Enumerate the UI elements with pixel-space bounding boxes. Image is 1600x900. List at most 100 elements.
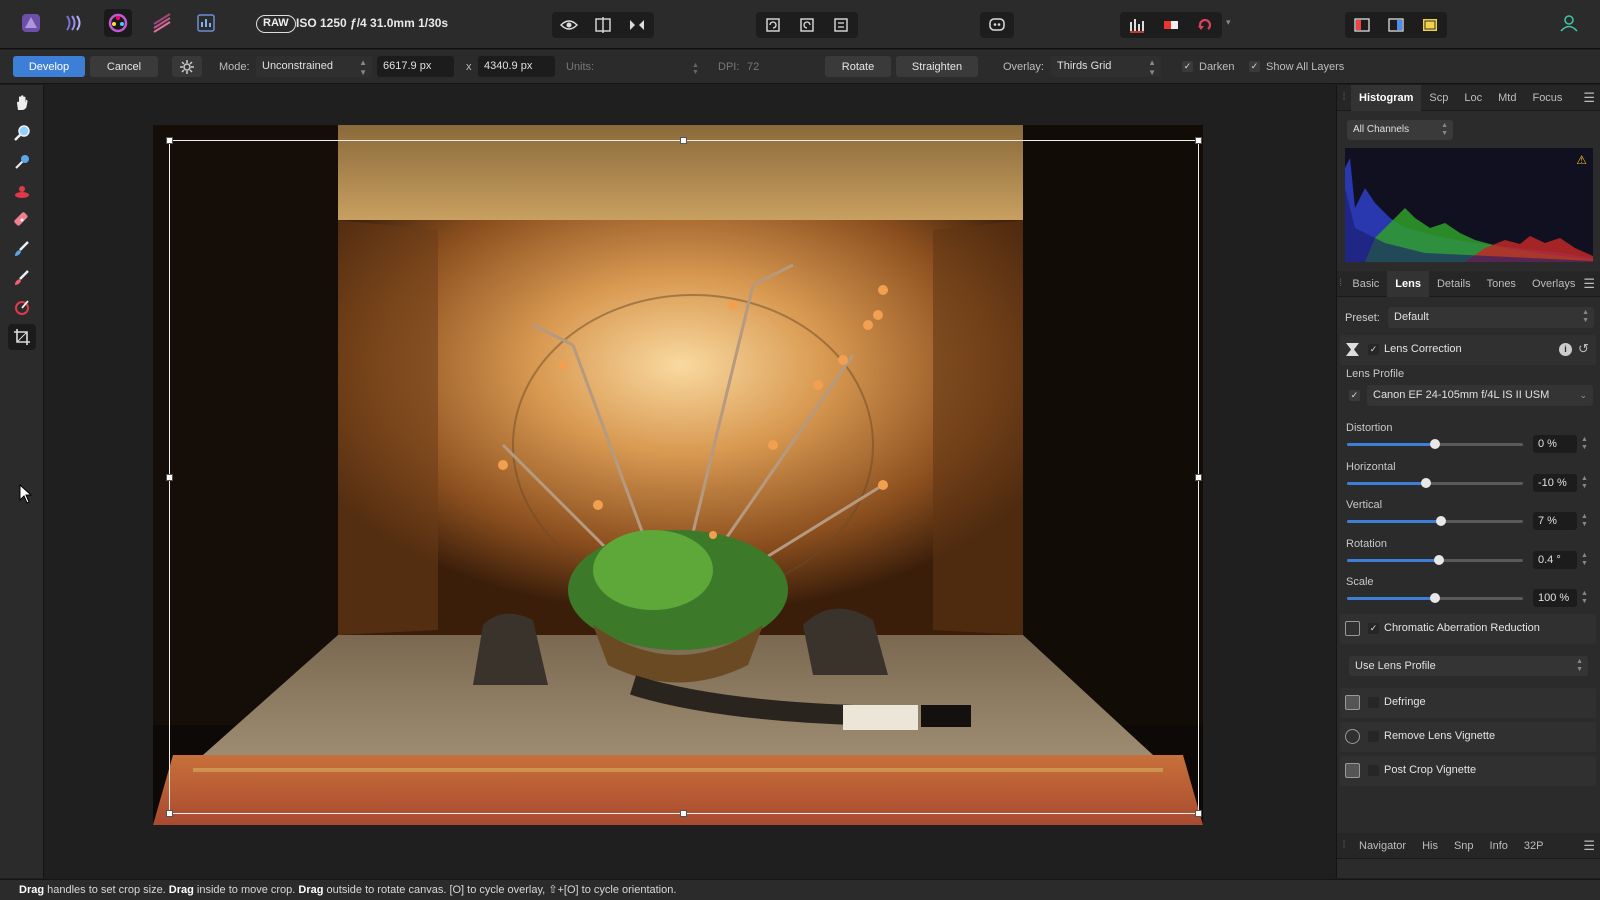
channel-select[interactable]: All Channels ▲ ▼ <box>1347 120 1453 140</box>
crop-handle-right[interactable] <box>1195 474 1202 481</box>
slider-value-rotation[interactable]: 0.4 ° <box>1533 550 1577 569</box>
straighten-button[interactable]: Straighten <box>896 56 978 77</box>
slider-value-vertical[interactable]: 7 % <box>1533 512 1577 531</box>
tab-histogram[interactable]: Histogram <box>1351 84 1422 111</box>
slider-knob[interactable] <box>1421 477 1432 488</box>
slider-rotation[interactable] <box>1347 554 1523 565</box>
rotate-button[interactable]: Rotate <box>825 56 891 77</box>
tab-details[interactable]: Details <box>1429 271 1479 297</box>
crop-frame[interactable] <box>166 137 1202 817</box>
tab-32p[interactable]: 32P <box>1516 833 1552 859</box>
chevron-down-icon[interactable]: ▾ <box>1226 17 1231 28</box>
crop-handle-top[interactable] <box>680 137 687 144</box>
canvas-area[interactable] <box>45 85 1335 878</box>
tab-metadata[interactable]: Mtd <box>1490 85 1524 111</box>
erase-tool-icon[interactable] <box>8 265 36 291</box>
slider-distortion[interactable] <box>1347 439 1523 449</box>
left-studio-icon[interactable] <box>1345 12 1379 38</box>
develop-persona-icon[interactable] <box>104 9 132 37</box>
lens-profile-checkbox[interactable]: ✓ <box>1349 390 1360 401</box>
post-crop-vignette-checkbox[interactable] <box>1368 765 1379 776</box>
red-eye-tool-icon[interactable] <box>8 178 36 204</box>
slider-vertical[interactable] <box>1347 516 1523 527</box>
undo-icon[interactable] <box>1188 12 1222 38</box>
crop-width-field[interactable]: 6617.9 px <box>377 56 454 77</box>
remove-vignette-checkbox[interactable] <box>1368 731 1379 742</box>
toolbar-toggle-icon[interactable] <box>1413 12 1447 38</box>
slider-knob[interactable] <box>1436 516 1447 527</box>
slider-knob[interactable] <box>1430 439 1440 449</box>
brush-tool-icon[interactable] <box>8 236 36 262</box>
assistant-icon[interactable] <box>980 12 1014 38</box>
export-persona-icon[interactable] <box>192 9 220 37</box>
panel-menu-icon[interactable]: ☰ <box>1583 838 1595 854</box>
chromatic-aberration-checkbox[interactable]: ✓ <box>1368 623 1379 634</box>
gear-icon[interactable] <box>172 56 202 77</box>
chromatic-mode-select[interactable]: Use Lens Profile ▲ ▼ <box>1349 656 1588 676</box>
mirror-view-icon[interactable] <box>620 12 654 38</box>
mode-select[interactable]: Unconstrained ▲ ▼ <box>256 56 372 77</box>
blemish-tool-icon[interactable] <box>8 207 36 233</box>
eye-icon[interactable] <box>552 12 586 38</box>
tab-basic[interactable]: Basic <box>1344 271 1387 297</box>
flip-icon[interactable] <box>824 12 858 38</box>
preset-select[interactable]: Default ▲ ▼ <box>1388 307 1594 328</box>
clipped-highlights-icon[interactable] <box>1154 12 1188 38</box>
grip-icon[interactable]: ⁞ <box>1337 278 1344 289</box>
stepper-icon[interactable]: ▲ ▼ <box>1581 552 1588 568</box>
clipped-shadows-icon[interactable] <box>1120 12 1154 38</box>
gradient-tool-icon[interactable] <box>8 294 36 320</box>
grip-icon[interactable]: ⁞ <box>1337 840 1351 851</box>
tab-lens[interactable]: Lens <box>1387 270 1429 297</box>
develop-button[interactable]: Develop <box>13 56 85 77</box>
rotate-right-icon[interactable] <box>790 12 824 38</box>
info-icon[interactable]: i <box>1559 343 1572 356</box>
tab-navigator[interactable]: Navigator <box>1351 833 1414 859</box>
grip-icon[interactable]: ⁞ <box>1337 92 1351 103</box>
crop-handle-left[interactable] <box>166 474 173 481</box>
clipping-warning-icon[interactable]: ⚠ <box>1576 153 1587 167</box>
darken-checkbox[interactable]: ✓ <box>1182 61 1193 72</box>
panel-menu-icon[interactable]: ☰ <box>1583 90 1595 106</box>
defringe-checkbox[interactable] <box>1368 697 1379 708</box>
slider-scale[interactable] <box>1347 593 1523 604</box>
crop-handle-bottom-left[interactable] <box>166 810 173 817</box>
slider-knob[interactable] <box>1430 593 1440 604</box>
slider-value-distortion[interactable]: 0 % <box>1533 435 1577 453</box>
photo-persona-icon[interactable] <box>17 9 45 37</box>
show-all-layers-checkbox[interactable]: ✓ <box>1249 61 1260 72</box>
slider-knob[interactable] <box>1433 554 1444 565</box>
crop-height-field[interactable]: 4340.9 px <box>478 56 555 77</box>
account-icon[interactable] <box>1555 9 1583 37</box>
white-balance-tool-icon[interactable] <box>8 149 36 175</box>
rotate-left-icon[interactable] <box>756 12 790 38</box>
tab-overlays[interactable]: Overlays <box>1524 271 1583 297</box>
right-studio-icon[interactable] <box>1379 12 1413 38</box>
stepper-icon[interactable]: ▲ ▼ <box>1581 436 1588 452</box>
slider-horizontal[interactable] <box>1347 477 1523 488</box>
hand-tool-icon[interactable] <box>8 90 36 116</box>
lens-profile-select[interactable]: Canon EF 24-105mm f/4L IS II USM ⌄ <box>1367 385 1593 406</box>
stepper-icon[interactable]: ▲ ▼ <box>1581 513 1588 529</box>
tab-tones[interactable]: Tones <box>1479 271 1524 297</box>
tab-location[interactable]: Loc <box>1456 85 1490 111</box>
tab-focus[interactable]: Focus <box>1524 85 1570 111</box>
lens-correction-checkbox[interactable]: ✓ <box>1368 344 1379 355</box>
slider-value-scale[interactable]: 100 % <box>1533 589 1577 608</box>
panel-menu-icon[interactable]: ☰ <box>1583 276 1595 292</box>
stepper-icon[interactable]: ▲ ▼ <box>1581 475 1588 491</box>
crop-handle-bottom-right[interactable] <box>1195 810 1202 817</box>
overlay-select[interactable]: Thirds Grid ▲ ▼ <box>1051 56 1161 77</box>
tab-snapshots[interactable]: Snp <box>1446 833 1482 859</box>
crop-handle-bottom[interactable] <box>680 810 687 817</box>
crop-tool-icon[interactable] <box>8 324 36 350</box>
liquify-persona-icon[interactable] <box>60 9 88 37</box>
split-view-icon[interactable] <box>586 12 620 38</box>
crop-handle-top-right[interactable] <box>1195 137 1202 144</box>
tab-history[interactable]: His <box>1414 833 1446 859</box>
tab-scope[interactable]: Scp <box>1421 85 1456 111</box>
cancel-button[interactable]: Cancel <box>90 56 158 77</box>
stepper-icon[interactable]: ▲ ▼ <box>1581 590 1588 606</box>
reset-icon[interactable]: ↺ <box>1578 341 1589 357</box>
crop-handle-top-left[interactable] <box>166 137 173 144</box>
